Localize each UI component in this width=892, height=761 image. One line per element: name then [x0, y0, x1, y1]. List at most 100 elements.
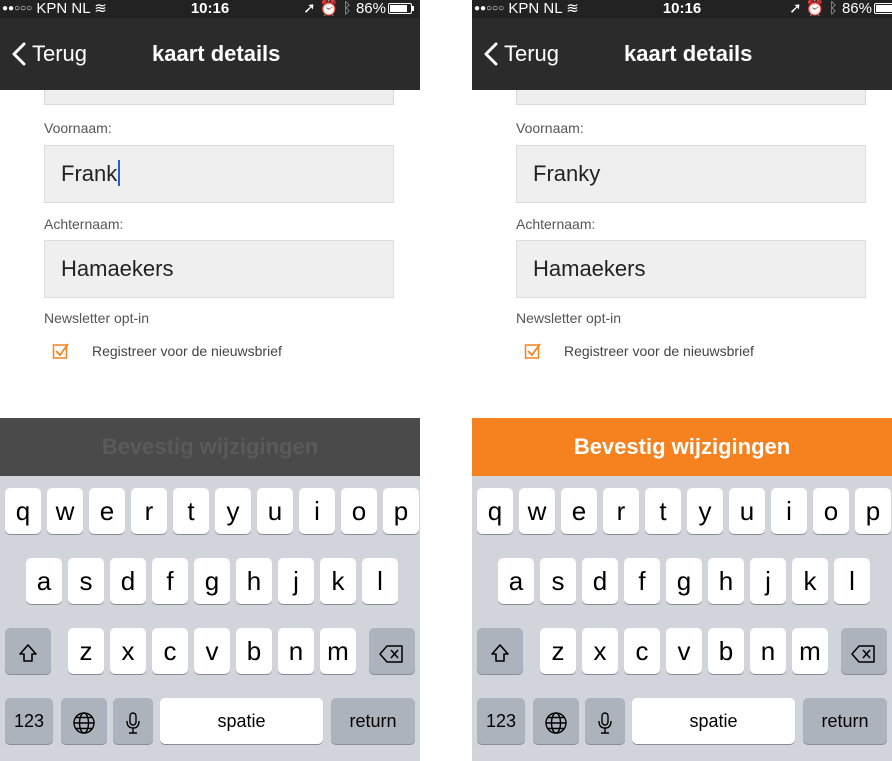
key-p[interactable]: p [855, 488, 891, 534]
key-t[interactable]: t [645, 488, 681, 534]
dictation-key[interactable] [113, 698, 153, 744]
key-w[interactable]: w [519, 488, 555, 534]
key-h[interactable]: h [236, 558, 272, 604]
key-r[interactable]: r [603, 488, 639, 534]
key-s[interactable]: s [540, 558, 576, 604]
battery-icon [874, 3, 892, 14]
back-button[interactable]: Terug [484, 18, 559, 90]
key-g[interactable]: g [194, 558, 230, 604]
globe-icon [545, 712, 567, 734]
form-content: Voornaam: Frank Achternaam: Hamaekers Ne… [0, 90, 420, 418]
return-key[interactable]: return [331, 698, 415, 744]
back-label: Terug [32, 41, 88, 66]
key-d[interactable]: d [110, 558, 146, 604]
key-f[interactable]: f [152, 558, 188, 604]
globe-key[interactable] [61, 698, 107, 744]
navigation-bar: Terug kaart details [472, 18, 892, 90]
bluetooth-icon: ᛒ [828, 0, 838, 17]
alarm-icon: ⏰ [805, 0, 825, 17]
space-key[interactable]: spatie [632, 698, 795, 744]
key-k[interactable]: k [320, 558, 356, 604]
key-m[interactable]: m [792, 628, 828, 674]
backspace-key[interactable] [369, 628, 415, 674]
key-y[interactable]: y [687, 488, 723, 534]
battery-percent: 86% [355, 0, 386, 17]
previous-field[interactable] [44, 90, 394, 105]
key-e[interactable]: e [561, 488, 597, 534]
newsletter-option: Registreer voor de nieuwsbrief [524, 342, 754, 360]
first-name-input[interactable]: Franky [516, 145, 866, 203]
backspace-key[interactable] [841, 628, 887, 674]
key-c[interactable]: c [152, 628, 188, 674]
numbers-key[interactable]: 123 [477, 698, 525, 744]
battery-icon [388, 3, 414, 14]
newsletter-checkbox[interactable] [52, 342, 70, 360]
key-h[interactable]: h [708, 558, 744, 604]
key-g[interactable]: g [666, 558, 702, 604]
key-t[interactable]: t [173, 488, 209, 534]
globe-key[interactable] [533, 698, 579, 744]
back-button[interactable]: Terug [12, 18, 87, 90]
newsletter-checkbox-label: Registreer voor de nieuwsbrief [92, 343, 282, 359]
last-name-input[interactable]: Hamaekers [516, 240, 866, 298]
form-content: Voornaam: Franky Achternaam: Hamaekers N… [472, 90, 892, 418]
key-x[interactable]: x [110, 628, 146, 674]
space-key[interactable]: spatie [160, 698, 323, 744]
back-label: Terug [504, 41, 560, 66]
key-z[interactable]: z [68, 628, 104, 674]
microphone-icon [126, 712, 140, 734]
key-c[interactable]: c [624, 628, 660, 674]
confirm-changes-button[interactable]: Bevestig wijzigingen [472, 418, 892, 476]
key-u[interactable]: u [257, 488, 293, 534]
text-cursor [118, 160, 121, 186]
key-p[interactable]: p [383, 488, 419, 534]
key-z[interactable]: z [540, 628, 576, 674]
newsletter-checkbox-label: Registreer voor de nieuwsbrief [564, 343, 754, 359]
key-i[interactable]: i [771, 488, 807, 534]
key-l[interactable]: l [362, 558, 398, 604]
previous-field[interactable] [516, 90, 866, 105]
last-name-label: Achternaam: [516, 216, 596, 232]
key-o[interactable]: o [341, 488, 377, 534]
key-w[interactable]: w [47, 488, 83, 534]
first-name-input[interactable]: Frank [44, 145, 394, 203]
key-a[interactable]: a [498, 558, 534, 604]
dictation-key[interactable] [585, 698, 625, 744]
key-j[interactable]: j [278, 558, 314, 604]
confirm-changes-button[interactable]: Bevestig wijzigingen [0, 418, 420, 476]
shift-key[interactable] [5, 628, 51, 674]
battery-percent: 86% [841, 0, 872, 17]
key-x[interactable]: x [582, 628, 618, 674]
microphone-icon [598, 712, 612, 734]
key-s[interactable]: s [68, 558, 104, 604]
key-m[interactable]: m [320, 628, 356, 674]
key-k[interactable]: k [792, 558, 828, 604]
key-u[interactable]: u [729, 488, 765, 534]
last-name-value: Hamaekers [61, 256, 174, 281]
key-d[interactable]: d [582, 558, 618, 604]
key-j[interactable]: j [750, 558, 786, 604]
key-b[interactable]: b [708, 628, 744, 674]
key-l[interactable]: l [834, 558, 870, 604]
key-f[interactable]: f [624, 558, 660, 604]
newsletter-checkbox[interactable] [524, 342, 542, 360]
key-n[interactable]: n [750, 628, 786, 674]
key-y[interactable]: y [215, 488, 251, 534]
newsletter-label: Newsletter opt-in [516, 310, 622, 326]
key-q[interactable]: q [5, 488, 41, 534]
numbers-key[interactable]: 123 [5, 698, 53, 744]
key-r[interactable]: r [131, 488, 167, 534]
key-n[interactable]: n [278, 628, 314, 674]
key-b[interactable]: b [236, 628, 272, 674]
key-a[interactable]: a [26, 558, 62, 604]
shift-key[interactable] [477, 628, 523, 674]
navigation-bar: Terug kaart details [0, 18, 420, 90]
key-i[interactable]: i [299, 488, 335, 534]
return-key[interactable]: return [803, 698, 887, 744]
key-v[interactable]: v [666, 628, 702, 674]
key-o[interactable]: o [813, 488, 849, 534]
key-q[interactable]: q [477, 488, 513, 534]
last-name-input[interactable]: Hamaekers [44, 240, 394, 298]
key-e[interactable]: e [89, 488, 125, 534]
key-v[interactable]: v [194, 628, 230, 674]
